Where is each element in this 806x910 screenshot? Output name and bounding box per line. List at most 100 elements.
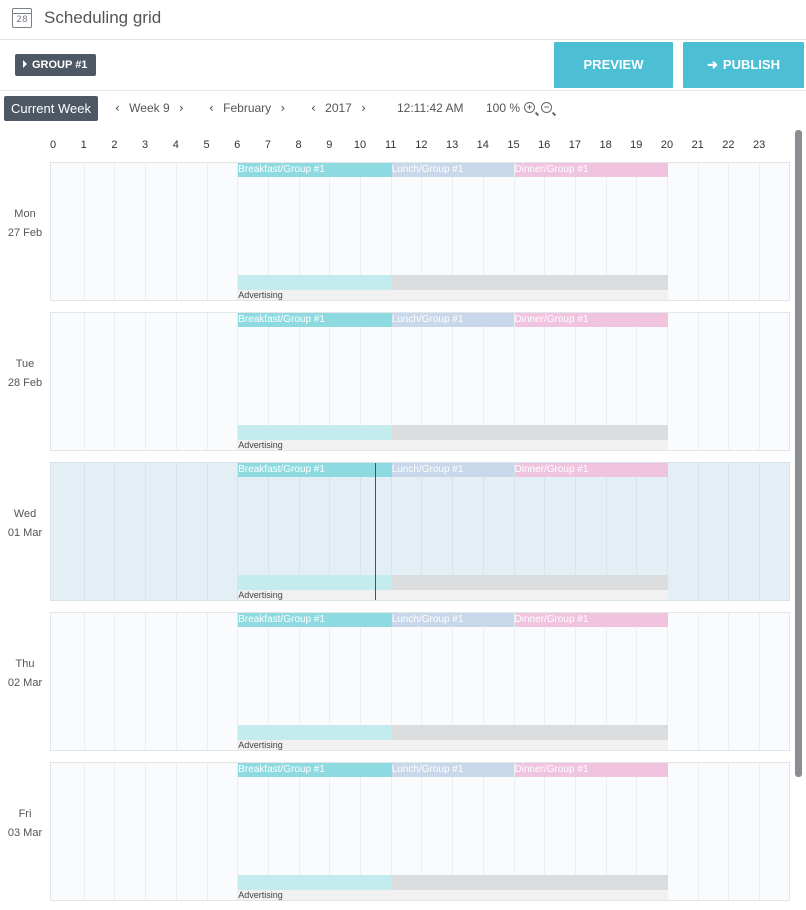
month-prev-icon[interactable]: ‹ [209,101,214,115]
hour-gridline [114,313,116,450]
publish-button[interactable]: ➜ PUBLISH [683,42,804,88]
meal-block[interactable]: Breakfast/Group #1 [238,613,392,627]
hour-gridline [145,163,147,300]
hour-gridline [175,613,177,750]
caret-right-icon [23,60,27,68]
current-week-button[interactable]: Current Week [4,96,98,121]
toolbar-divider [0,90,806,91]
year-next-icon[interactable]: › [361,101,366,115]
hour-gridline [759,763,761,900]
zoom-out-icon: − [541,102,552,113]
week-nav: ‹ Week 9 › [115,96,184,121]
meal-block[interactable]: Breakfast/Group #1 [238,763,392,777]
hour-label: 6 [234,139,241,151]
month-next-icon[interactable]: › [281,101,286,115]
preview-label: PREVIEW [583,57,644,72]
hour-label: 13 [445,139,459,151]
meal-block[interactable]: Lunch/Group #1 [391,613,515,627]
year-prev-icon[interactable]: ‹ [311,101,316,115]
month-label: February [223,101,272,115]
hour-label: 5 [203,139,210,151]
hour-gridline [759,463,761,600]
day-row[interactable]: Breakfast/Group #1 Lunch/Group #1 Dinner/G… [50,462,790,601]
zoom-in-icon: + [524,102,535,113]
hour-gridline [175,463,177,600]
advertising-empty-bar[interactable] [391,275,668,290]
day-row[interactable]: Breakfast/Group #1 Lunch/Group #1 Dinner/G… [50,762,790,901]
hour-gridline [145,763,147,900]
hour-gridline [697,313,699,450]
meal-block[interactable]: Dinner/Group #1 [514,763,668,777]
hour-label: 12 [415,139,428,151]
day-row[interactable]: Breakfast/Group #1 Lunch/Group #1 Dinner/G… [50,312,790,451]
meal-block[interactable]: Breakfast/Group #1 [238,313,392,327]
title-bar: 28 Scheduling grid [0,0,806,40]
hour-label: 20 [660,139,674,151]
meal-block[interactable]: Breakfast/Group #1 [238,463,392,477]
day-weekday: Mon [14,208,36,220]
meal-block[interactable]: Lunch/Group #1 [391,463,515,477]
advertising-filled-bar[interactable] [238,575,392,590]
advertising-empty-bar[interactable] [391,725,668,740]
week-prev-icon[interactable]: ‹ [115,101,120,115]
advertising-filled-bar[interactable] [238,275,392,290]
advertising-filled-bar[interactable] [238,425,392,440]
hour-gridline [728,763,730,900]
hour-gridline [175,163,177,300]
zoom-in-button[interactable]: + [524,96,535,121]
hour-gridline [175,763,177,900]
hour-label: 8 [295,139,302,151]
meal-block[interactable]: Breakfast/Group #1 [238,163,392,177]
vertical-scrollbar[interactable] [795,130,802,777]
hour-label: 10 [353,139,367,151]
hour-label: 4 [172,139,179,151]
day-row[interactable]: Breakfast/Group #1 Lunch/Group #1 Dinner/G… [50,162,790,301]
month-nav: ‹ February › [209,96,285,121]
advertising-filled-bar[interactable] [238,875,392,890]
group-selector-button[interactable]: GROUP #1 [15,54,97,76]
preview-button[interactable]: PREVIEW [554,42,673,88]
week-next-icon[interactable]: › [179,101,184,115]
hour-gridline [145,463,147,600]
hour-gridline [114,613,116,750]
meal-block[interactable]: Lunch/Group #1 [391,763,515,777]
meal-block[interactable]: Dinner/Group #1 [514,313,668,327]
day-date: 02 Mar [7,677,43,689]
meal-block[interactable]: Lunch/Group #1 [391,313,515,327]
hour-gridline [728,163,730,300]
meal-block[interactable]: Dinner/Group #1 [514,613,668,627]
advertising-empty-bar[interactable] [391,575,668,590]
meal-block[interactable]: Dinner/Group #1 [514,463,668,477]
hour-gridline [697,763,699,900]
hour-label: 16 [538,139,551,151]
hour-label: 3 [142,139,149,151]
hour-gridline [206,313,208,450]
day-weekday: Tue [15,358,35,370]
advertising-filled-bar[interactable] [238,725,392,740]
zoom-out-button[interactable]: − [541,96,552,121]
advertising-empty-bar[interactable] [391,875,668,890]
hour-gridline [759,313,761,450]
advertising-empty-bar[interactable] [391,425,668,440]
hour-gridline [114,163,116,300]
hour-gridline [206,463,208,600]
hour-gridline [728,613,730,750]
hour-gridline [728,463,730,600]
day-label: Fri 03 Mar [0,805,50,843]
hour-label: 9 [326,139,333,151]
meal-block[interactable]: Dinner/Group #1 [514,163,668,177]
day-label: Thu 02 Mar [0,655,50,693]
day-weekday: Wed [13,508,37,520]
hour-gridline [83,463,85,600]
hour-gridline [206,613,208,750]
year-label: 2017 [325,101,352,115]
hour-gridline [697,613,699,750]
calendar-icon: 28 [12,8,32,28]
day-row[interactable]: Breakfast/Group #1 Lunch/Group #1 Dinner/G… [50,612,790,751]
hour-label: 0 [49,139,57,151]
clock-display: 12:11:42 AM [397,101,464,115]
day-label: Mon 27 Feb [0,205,50,243]
hour-label: 21 [691,139,704,151]
meal-block[interactable]: Lunch/Group #1 [391,163,515,177]
hour-label: 7 [264,139,271,151]
